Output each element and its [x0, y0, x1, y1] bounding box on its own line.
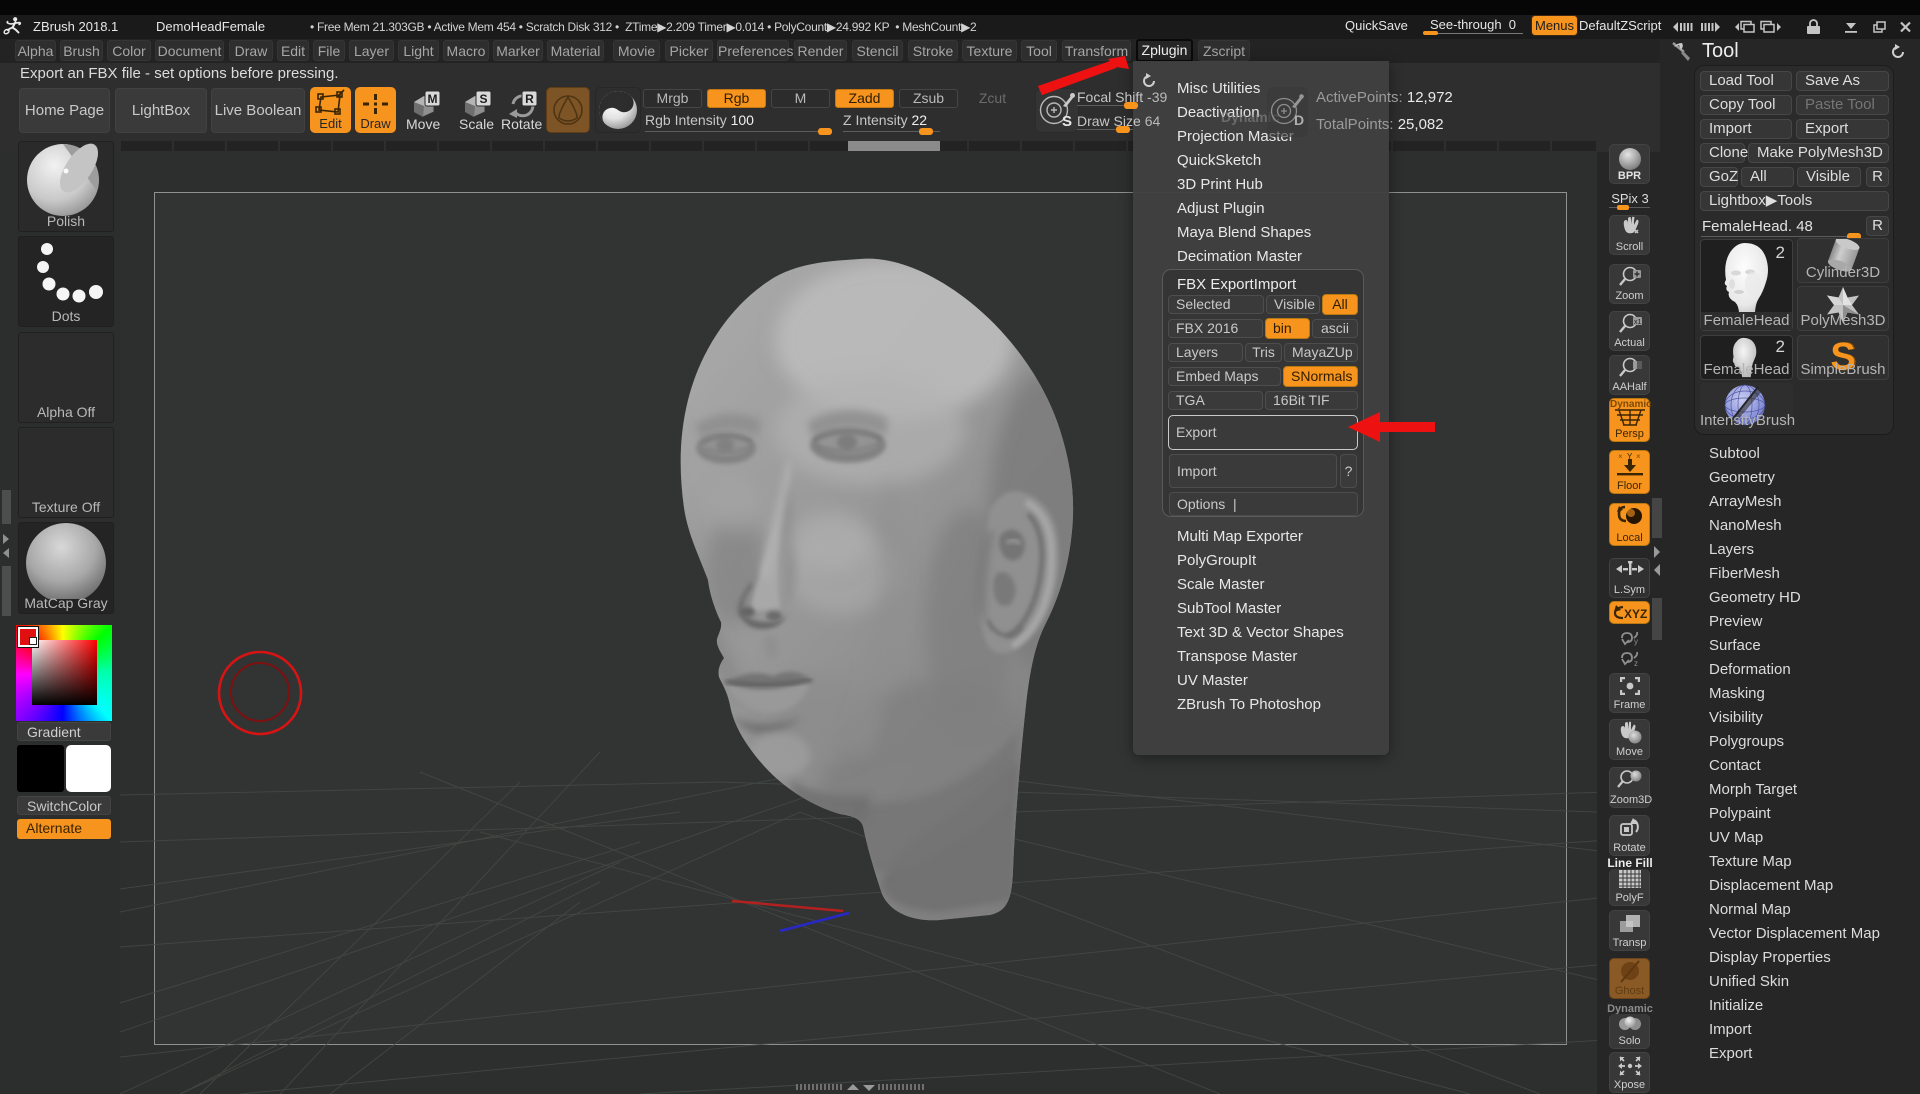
svg-text:R: R: [525, 92, 534, 106]
svg-text:S: S: [1062, 113, 1072, 130]
svg-text:M: M: [428, 92, 438, 106]
svg-text:x1: x1: [1634, 319, 1642, 326]
svg-text:×: ×: [1636, 452, 1641, 461]
svg-text:S: S: [479, 92, 487, 106]
svg-text:y: y: [1634, 637, 1638, 646]
svg-text:z: z: [1634, 659, 1638, 668]
svg-text:×: ×: [1618, 452, 1623, 461]
svg-text:D: D: [1294, 112, 1304, 128]
svg-text:XYZ: XYZ: [1624, 607, 1647, 621]
